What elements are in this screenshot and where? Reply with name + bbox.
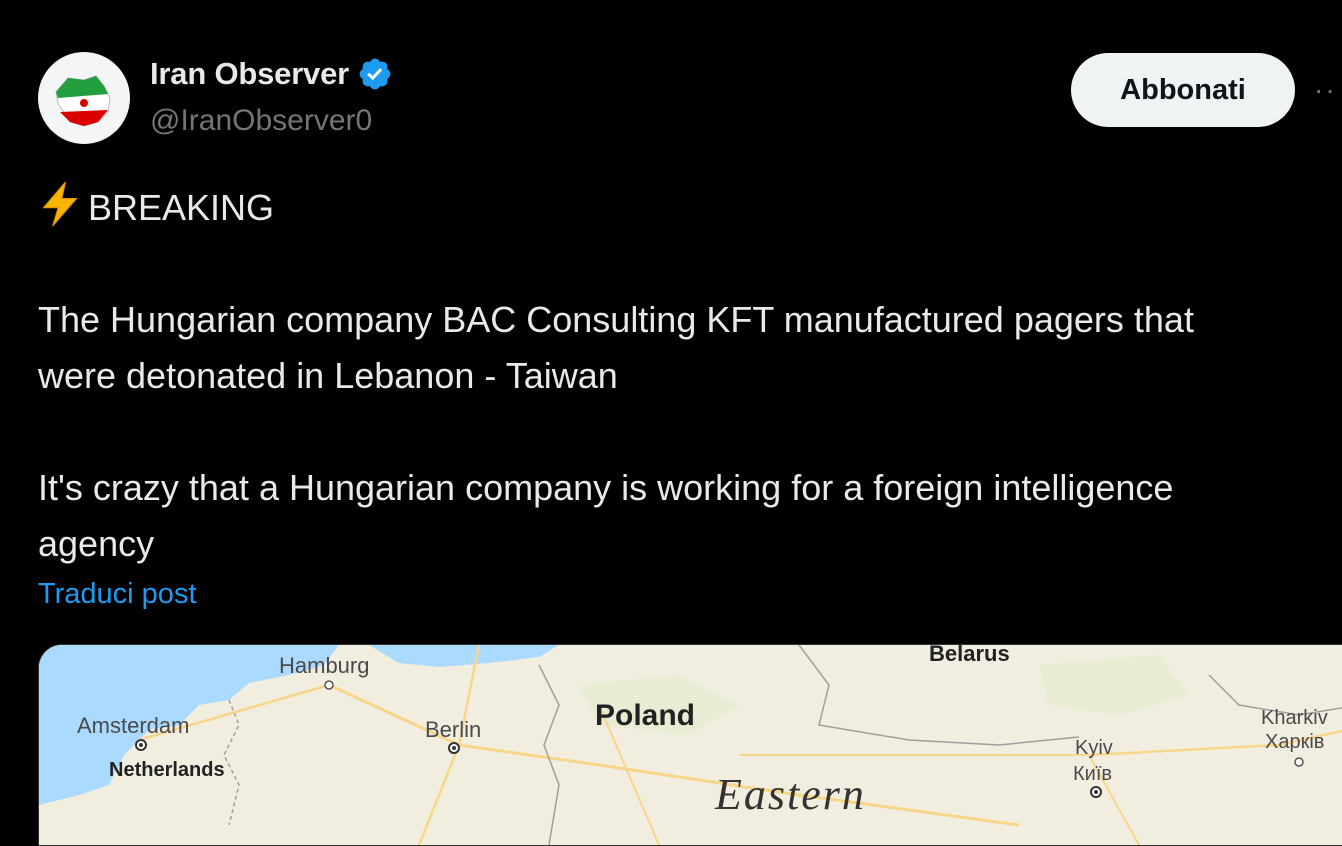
map-label-kyiv-local: Київ: [1073, 763, 1113, 785]
author-name-row[interactable]: Iran Observer: [150, 56, 393, 92]
map-label-poland: Poland: [595, 699, 696, 732]
map-label-netherlands: Netherlands: [109, 759, 225, 781]
post-blank-line: [38, 236, 1342, 292]
map-label-kyiv: Kyiv: [1075, 737, 1113, 759]
translate-post-link[interactable]: Traduci post: [38, 578, 197, 611]
verified-badge-icon: [359, 58, 391, 90]
map-label-berlin: Berlin: [425, 717, 482, 742]
map-label-belarus: Belarus: [929, 644, 1010, 666]
post-paragraph-2-line-1: It's crazy that a Hungarian company is w…: [38, 467, 1174, 508]
map-background: [39, 645, 1342, 845]
map-label-hamburg: Hamburg: [279, 653, 370, 678]
map-label-kharkiv: Kharkiv: [1261, 707, 1328, 729]
post-headline: BREAKING: [38, 180, 1342, 236]
map-label-eastern: Eastern: [715, 770, 866, 819]
post-paragraph-1-line-2: were detonated in Lebanon - Taiwan: [38, 355, 618, 396]
post-blank-line: [38, 404, 1342, 460]
lightning-bolt-icon: [42, 181, 78, 227]
subscribe-button[interactable]: Abbonati: [1071, 53, 1295, 127]
more-options-icon[interactable]: ··: [1314, 76, 1342, 104]
map-label-kharkiv-local: Харків: [1265, 731, 1325, 753]
post-body: BREAKING The Hungarian company BAC Consu…: [38, 180, 1342, 572]
author-display-name[interactable]: Iran Observer: [150, 56, 349, 92]
iran-map-flag-avatar-icon: [55, 75, 111, 127]
author-handle[interactable]: @IranObserver0: [150, 104, 372, 138]
post-paragraph-2-line-2: agency: [38, 523, 155, 564]
map-label-amsterdam: Amsterdam: [77, 713, 190, 738]
post-paragraph-1-line-1: The Hungarian company BAC Consulting KFT…: [38, 299, 1194, 340]
map-image[interactable]: Hamburg Amsterdam Berlin Netherlands Pol…: [38, 644, 1342, 846]
breaking-label: BREAKING: [88, 187, 275, 228]
avatar[interactable]: [38, 52, 130, 144]
